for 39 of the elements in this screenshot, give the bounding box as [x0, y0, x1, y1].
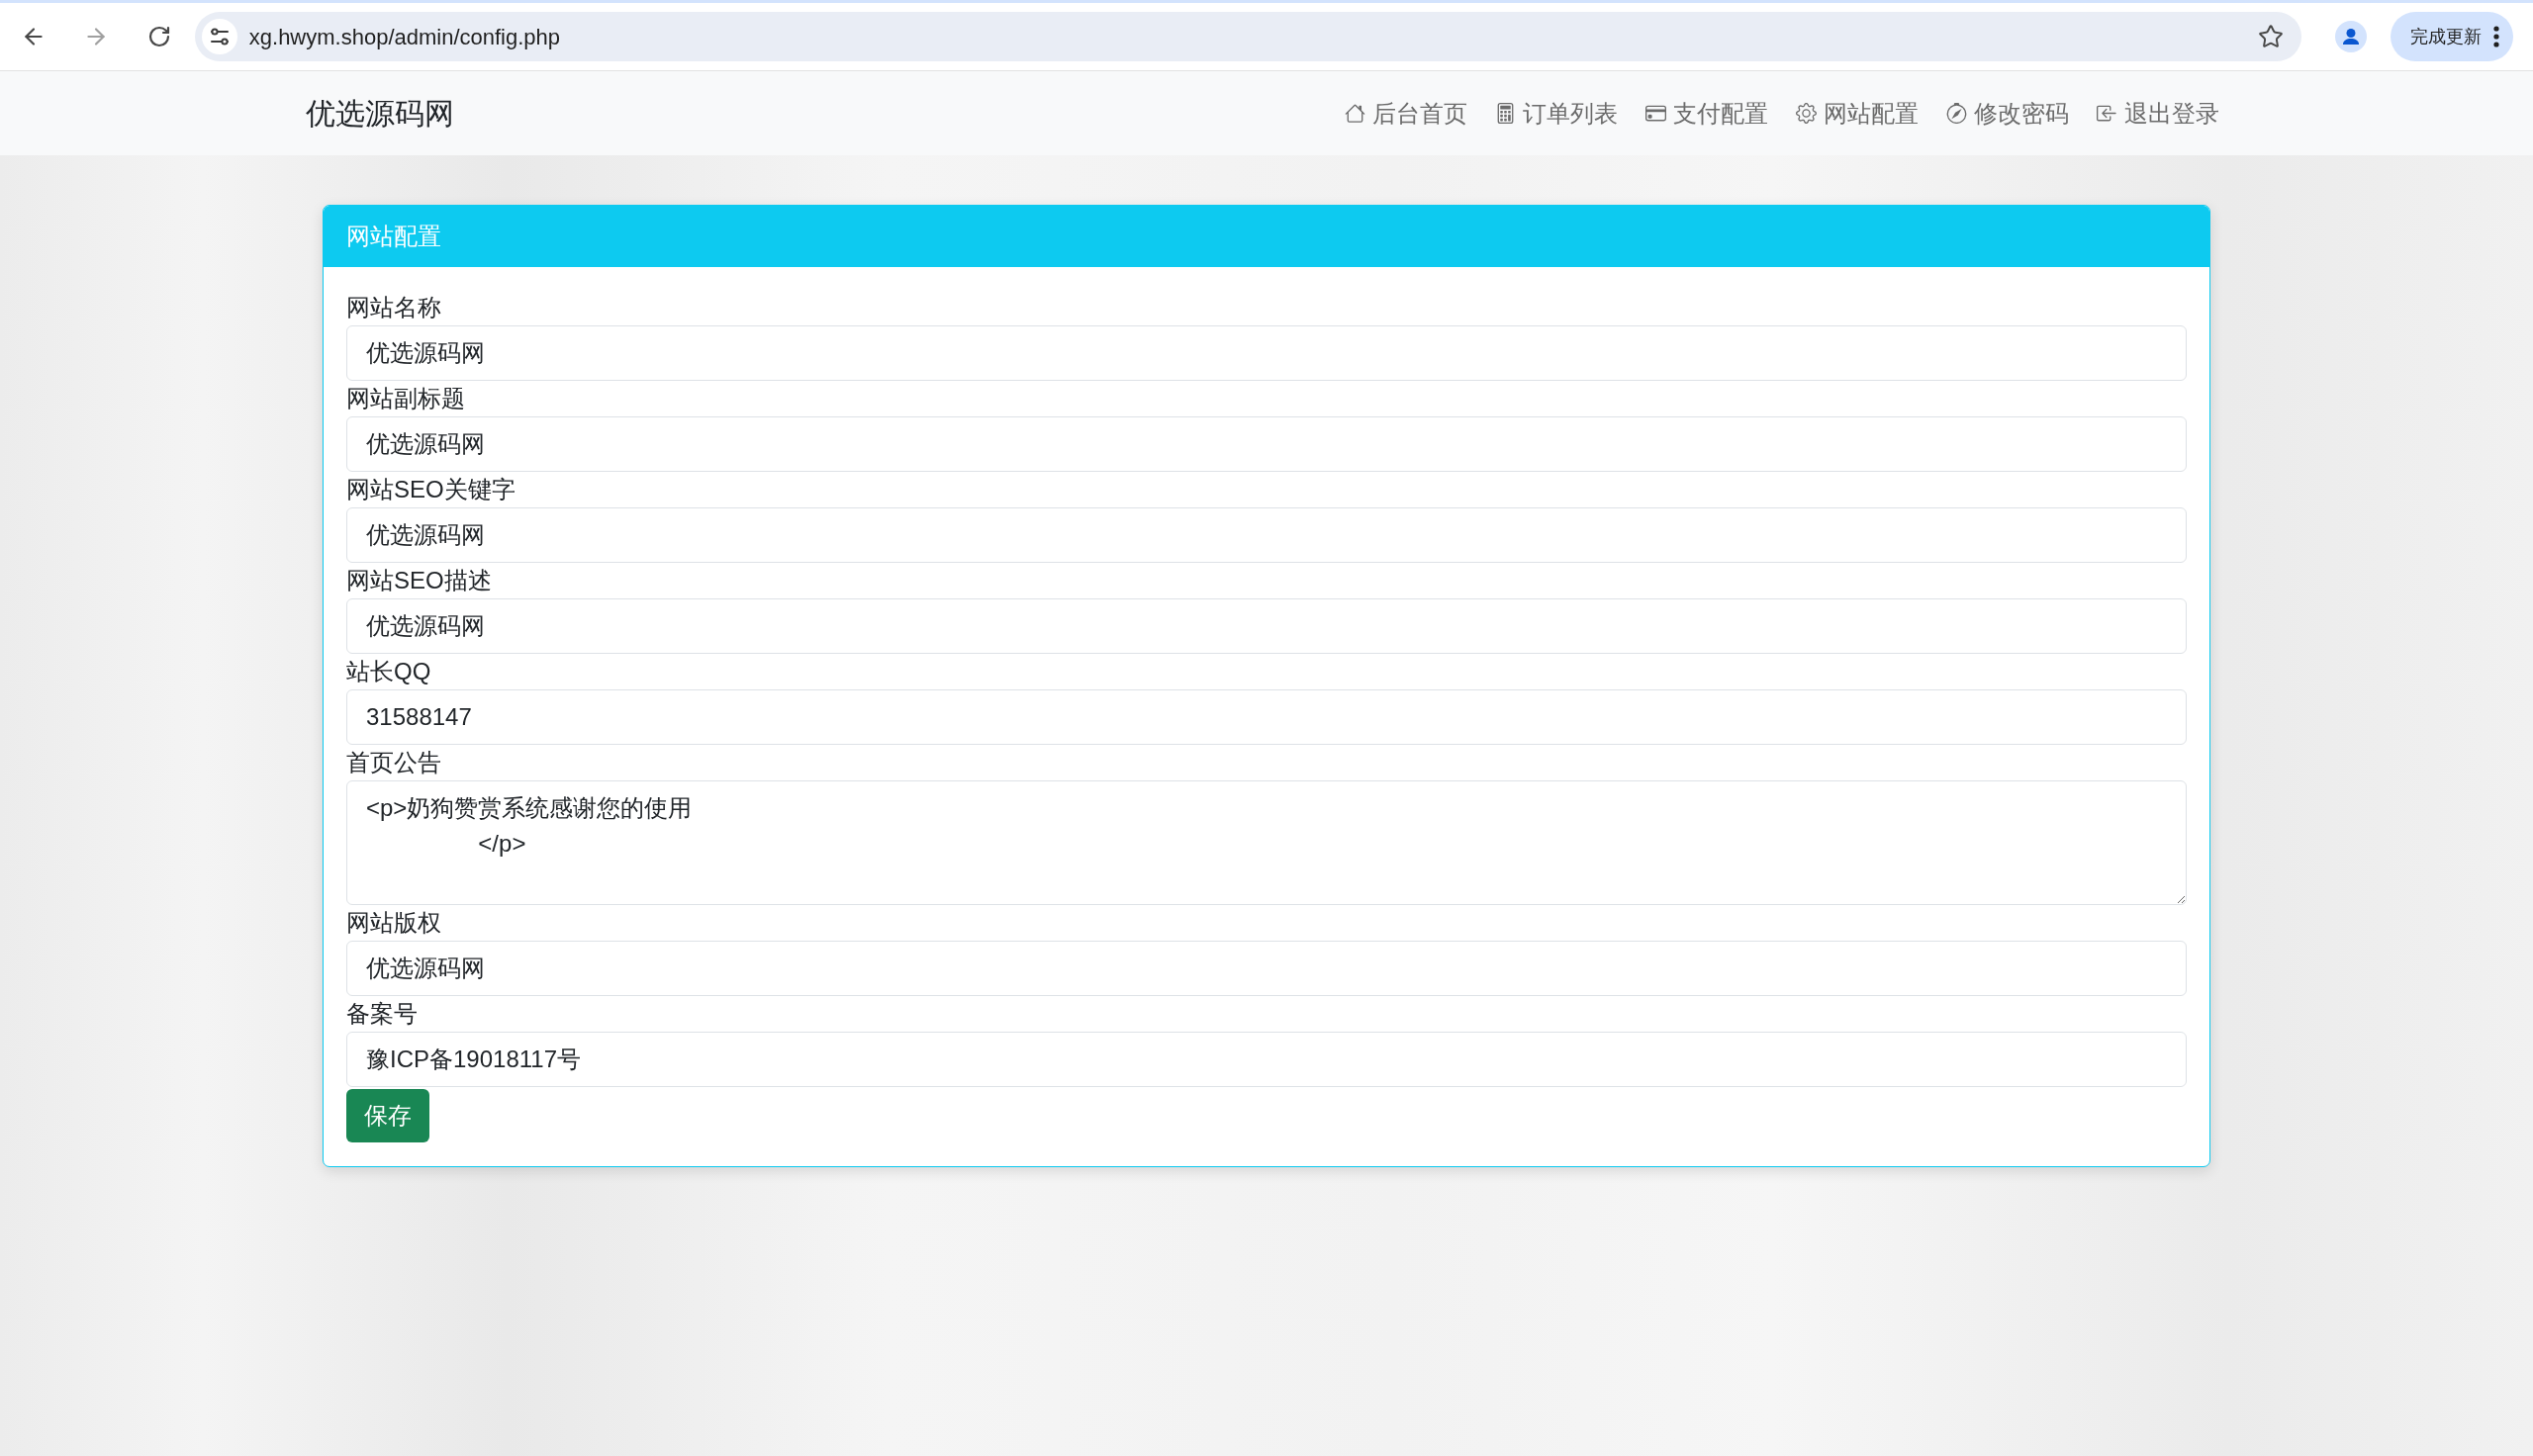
field-label: 网站副标题	[346, 384, 465, 413]
house-icon	[1345, 103, 1365, 124]
field-label: 网站名称	[346, 293, 441, 322]
bookmark-star-icon[interactable]	[2258, 24, 2284, 49]
card-title: 网站配置	[346, 222, 441, 251]
address-bar[interactable]: xg.hwym.shop/admin/config.php	[194, 12, 2301, 61]
brand-title[interactable]: 优选源码网	[306, 91, 454, 136]
box-arrow-left-icon	[2097, 103, 2117, 124]
nav-link[interactable]: 订单列表	[1481, 87, 1632, 139]
text-input[interactable]: 31588147	[346, 689, 2187, 745]
field-label: 首页公告	[346, 748, 441, 777]
field-label: 网站SEO描述	[346, 566, 492, 595]
update-button[interactable]: 完成更新	[2391, 12, 2513, 61]
credit-card-icon	[1645, 103, 1666, 124]
compass-icon	[1946, 103, 1967, 124]
settings-icon	[1796, 103, 1817, 124]
text-input[interactable]: 优选源码网	[346, 507, 2187, 563]
nav-link[interactable]: 支付配置	[1632, 87, 1782, 139]
text-input[interactable]: 优选源码网	[346, 416, 2187, 472]
text-input[interactable]: 优选源码网	[346, 941, 2187, 996]
textarea-input[interactable]: <p>奶狗赞赏系统感谢您的使用 </p>	[346, 780, 2187, 905]
nav-link[interactable]: 后台首页	[1331, 87, 1481, 139]
field-label: 网站版权	[346, 908, 441, 938]
nav-link[interactable]: 修改密码	[1932, 87, 2083, 139]
site-settings-icon[interactable]	[201, 19, 237, 54]
text-input[interactable]: 优选源码网	[346, 598, 2187, 654]
text-input[interactable]: 优选源码网	[346, 325, 2187, 381]
reload-icon	[147, 25, 171, 48]
field-label: 网站SEO关键字	[346, 475, 516, 504]
text-input[interactable]: 豫ICP备19018117号	[346, 1032, 2187, 1087]
field-label: 备案号	[346, 999, 418, 1029]
calculator-icon	[1495, 103, 1516, 124]
field-label: 站长QQ	[346, 657, 431, 686]
nav-link[interactable]: 网站配置	[1782, 87, 1932, 139]
more-icon	[2493, 26, 2499, 47]
save-button[interactable]: 保存	[346, 1089, 429, 1142]
profile-icon[interactable]	[2335, 21, 2367, 52]
url-text: xg.hwym.shop/admin/config.php	[248, 23, 561, 51]
nav-link[interactable]: 退出登录	[2083, 87, 2233, 139]
